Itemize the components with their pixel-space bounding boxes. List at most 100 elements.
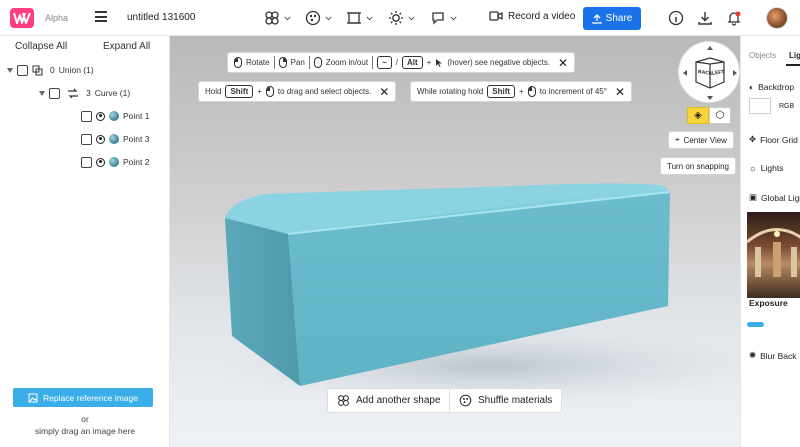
material-tool[interactable] (305, 9, 333, 27)
alpha-badge: Alpha (45, 13, 69, 23)
shift-key: Shift (487, 85, 516, 98)
mouse-left-icon (234, 57, 242, 68)
rotate-hint: Rotate (246, 58, 270, 67)
image-icon (28, 393, 38, 402)
video-camera-icon (489, 11, 503, 21)
plus-text: + (519, 87, 524, 96)
plus-text: + (426, 58, 432, 67)
3d-viewport[interactable]: Rotate Pan Zoom in/out ~ / Alt + (hover)… (170, 36, 740, 447)
hold-text: Hold (205, 87, 222, 96)
shapes-icon (338, 395, 349, 406)
perspective-button[interactable]: ◈ (687, 107, 709, 124)
chevron-down-icon[interactable] (7, 67, 13, 73)
chevron-down-icon (450, 16, 457, 21)
material-ball-icon (109, 111, 119, 121)
comment-tool[interactable] (430, 9, 458, 27)
pan-hint: Pan (290, 58, 305, 67)
visibility-checkbox[interactable] (81, 156, 92, 168)
navigation-cube[interactable]: BACK LEFT (678, 41, 740, 103)
tree-row-point-1[interactable]: Point 1 (81, 108, 149, 124)
backdrop-row[interactable]: ◐ Backdrop (749, 82, 794, 92)
center-view-button[interactable]: ⌖ Center View (668, 131, 734, 149)
radio-icon[interactable] (96, 111, 105, 121)
cursor-icon (436, 58, 443, 67)
add-shape-tool[interactable] (264, 9, 292, 27)
shapes-icon (265, 11, 279, 25)
collapse-all-button[interactable]: Collapse All (15, 41, 67, 52)
lighting-tool[interactable] (388, 9, 416, 27)
replace-label: Replace reference image (43, 392, 138, 403)
frame-tool[interactable] (346, 9, 374, 27)
lights-row[interactable]: ☼ Lights (749, 163, 783, 173)
document-title[interactable]: untitled 131600 (127, 12, 195, 23)
or-label: or (81, 414, 89, 424)
mouse-left-icon (265, 86, 274, 97)
visibility-checkbox[interactable] (17, 64, 28, 76)
lights-label: Lights (760, 163, 784, 173)
app-logo[interactable] (10, 8, 34, 28)
backdrop-color-swatch[interactable] (749, 98, 771, 114)
radio-icon[interactable] (96, 157, 105, 167)
avatar[interactable] (766, 7, 788, 29)
visibility-checkbox[interactable] (81, 133, 92, 145)
close-icon[interactable]: ✕ (615, 85, 625, 99)
hdri-thumbnail[interactable] (747, 212, 800, 298)
properties-panel: Objects Lig ◐ Backdrop RGB ✥ Floor Grid … (740, 36, 800, 447)
snapping-button[interactable]: Turn on snapping (660, 157, 736, 175)
floor-grid-row[interactable]: ✥ Floor Grid (749, 134, 798, 145)
tree-row-point-2[interactable]: Point 2 (81, 154, 149, 170)
record-video-button[interactable]: Record a video (489, 10, 575, 22)
tree-index: 3 (86, 88, 91, 98)
plus-text: + (257, 87, 262, 96)
visibility-checkbox[interactable] (81, 110, 92, 122)
sun-icon (389, 11, 403, 25)
share-button[interactable]: Share (583, 7, 641, 30)
expand-all-button[interactable]: Expand All (103, 41, 150, 52)
backdrop-icon: ◐ (749, 82, 755, 92)
controls-hint-bar: Rotate Pan Zoom in/out ~ / Alt + (hover)… (227, 52, 576, 73)
curve-icon (68, 88, 78, 98)
replace-reference-image-button[interactable]: Replace reference image (13, 388, 153, 407)
menu-icon[interactable] (95, 11, 107, 22)
divider (372, 56, 374, 69)
exposure-slider[interactable] (747, 322, 764, 327)
add-shape-button[interactable]: Add another shape (327, 388, 451, 413)
projection-toggle: ◈ ⬡ (687, 107, 731, 124)
info-icon[interactable] (668, 10, 684, 26)
tab-lights[interactable]: Lig (789, 51, 800, 60)
shuffle-materials-button[interactable]: Shuffle materials (449, 388, 563, 413)
image-icon: ▣ (749, 192, 758, 202)
tree-row-point-3[interactable]: Point 3 (81, 131, 149, 147)
download-icon[interactable] (697, 10, 713, 26)
rotate-increment-hint-bar: While rotating hold Shift + to increment… (410, 81, 633, 102)
palette-icon (459, 394, 472, 407)
active-tab-indicator (786, 64, 800, 66)
orthographic-button[interactable]: ⬡ (709, 107, 731, 124)
bell-icon[interactable] (726, 10, 742, 26)
chevron-down-icon (284, 16, 291, 21)
crosshair-icon: ⌖ (675, 135, 680, 144)
tree-index: 0 (50, 65, 55, 75)
global-light-row[interactable]: ▣ Global Ligh (749, 192, 800, 203)
snapping-label: Turn on snapping (667, 161, 729, 171)
blur-background-row[interactable]: ✺ Blur Back (749, 350, 797, 361)
radio-icon[interactable] (96, 134, 105, 144)
tree-row-curve[interactable]: 3 Curve (1) (39, 85, 130, 101)
tree-row-union[interactable]: 0 Union (1) (7, 62, 94, 78)
sun-icon: ☼ (749, 163, 757, 173)
backdrop-label: Backdrop (758, 82, 795, 92)
exposure-label: Exposure (749, 298, 788, 308)
top-bar: Alpha untitled 131600 Record a video Sha… (0, 0, 800, 36)
close-icon[interactable]: ✕ (379, 85, 389, 99)
visibility-checkbox[interactable] (49, 87, 60, 99)
share-label: Share (605, 13, 633, 24)
scene-tree-panel: Collapse All Expand All 0 Union (1) 3 Cu… (0, 36, 170, 447)
tab-objects[interactable]: Objects (749, 51, 776, 60)
material-ball-icon (109, 157, 119, 167)
chevron-down-icon[interactable] (39, 90, 45, 96)
close-icon[interactable]: ✕ (558, 56, 568, 70)
alt-key: Alt (401, 56, 423, 69)
union-icon (32, 65, 43, 75)
select-hint-bar: Hold Shift + to drag and select objects.… (198, 81, 397, 102)
divider (273, 56, 275, 69)
